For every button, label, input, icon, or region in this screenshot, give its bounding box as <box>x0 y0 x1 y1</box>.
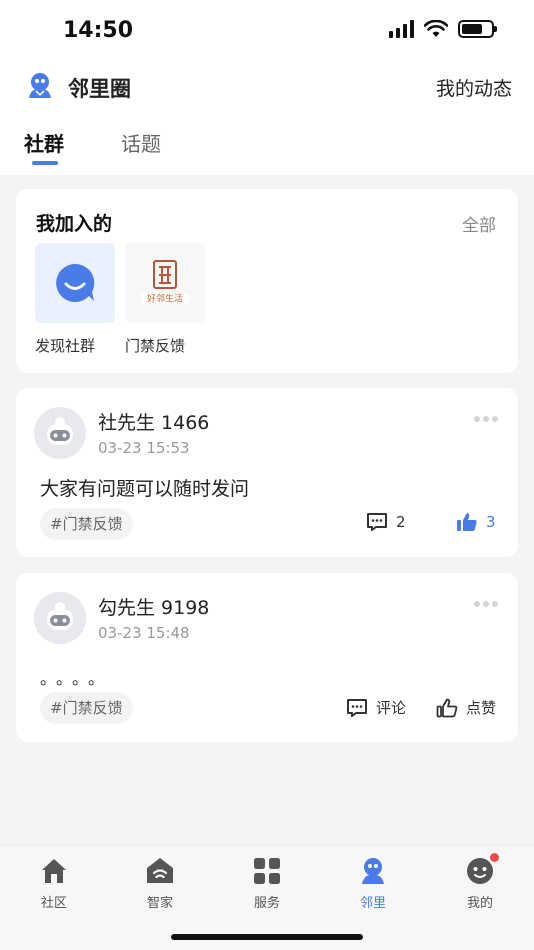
notification-badge <box>490 853 499 862</box>
nav-label: 服务 <box>253 896 280 911</box>
avatar[interactable] <box>34 592 86 644</box>
post-tag[interactable]: #门禁反馈 <box>40 692 133 724</box>
smart-home-icon <box>145 856 175 886</box>
grid-icon <box>252 856 282 886</box>
comment-icon <box>347 698 367 717</box>
comment-label: 评论 <box>376 699 407 717</box>
page-title: 邻里圈 <box>68 77 131 101</box>
tab-groups[interactable]: 社群 <box>24 128 64 157</box>
status-bar: 14:50 <box>0 0 534 60</box>
app-header: 邻里圈 我的动态 <box>0 65 534 109</box>
post-tag[interactable]: #门禁反馈 <box>40 508 133 540</box>
avatar[interactable] <box>34 407 86 459</box>
tab-topics[interactable]: 话题 <box>121 128 161 157</box>
comment-count: 2 <box>396 513 406 531</box>
thumbs-up-icon <box>436 698 458 717</box>
home-icon <box>39 856 69 886</box>
like-button[interactable]: 点赞 <box>436 697 496 718</box>
post-time: 03-23 15:53 <box>98 439 190 457</box>
status-icons <box>389 20 497 38</box>
neighbor-icon <box>358 856 388 886</box>
nav-services[interactable]: 服务 <box>227 856 307 911</box>
nav-label: 智家 <box>146 896 173 911</box>
like-label: 点赞 <box>466 699 497 717</box>
like-count: 3 <box>486 513 496 531</box>
neighbor-logo-icon <box>29 73 51 98</box>
svg-text:好邻生活: 好邻生活 <box>147 293 183 305</box>
post-card[interactable]: 勾先生 9198 03-23 15:48 。。。。 #门禁反馈 评论 点赞 <box>16 573 518 742</box>
post-username[interactable]: 勾先生 9198 <box>98 593 209 620</box>
top-area: 14:50 邻里圈 我的动态 社群 话题 <box>0 0 534 175</box>
robot-avatar-icon <box>47 417 73 445</box>
post-time: 03-23 15:48 <box>98 624 190 642</box>
home-indicator <box>171 934 363 940</box>
nav-neighbors[interactable]: 邻里 <box>333 856 413 911</box>
post-content: 。。。。 <box>40 669 113 688</box>
post-username[interactable]: 社先生 1466 <box>98 408 209 435</box>
robot-avatar-icon <box>47 602 73 630</box>
group-door-thumb: 好邻生活 <box>125 243 205 323</box>
profile-icon <box>465 853 499 886</box>
like-button[interactable]: 3 <box>456 512 496 532</box>
thumbs-up-icon <box>457 513 477 531</box>
my-feed-link[interactable]: 我的动态 <box>436 74 512 101</box>
group-discover-thumb <box>35 243 115 323</box>
group-door-feedback[interactable]: 好邻生活 门禁反馈 <box>125 243 205 356</box>
group-discover[interactable]: 发现社群 <box>35 243 115 356</box>
more-options-icon[interactable] <box>474 416 498 422</box>
haolin-life-logo: 好邻生活 <box>141 260 189 305</box>
post-content: 大家有问题可以随时发问 <box>40 478 250 500</box>
joined-groups-card: 我加入的 全部 发现社群 好邻生活 门禁反馈 <box>16 189 518 373</box>
status-time: 14:50 <box>63 18 134 43</box>
nav-mine[interactable]: 我的 <box>440 853 520 911</box>
signal-icon <box>389 20 414 38</box>
joined-groups-title: 我加入的 <box>36 213 113 235</box>
wifi-icon <box>424 20 448 37</box>
active-tab-indicator <box>32 161 58 165</box>
tab-bar: 社群 话题 <box>0 128 534 172</box>
view-all-link[interactable]: 全部 <box>462 211 496 236</box>
chat-bubble-icon <box>56 263 95 302</box>
nav-label: 社区 <box>40 896 67 911</box>
post-card[interactable]: 社先生 1466 03-23 15:53 大家有问题可以随时发问 #门禁反馈 2… <box>16 388 518 557</box>
comment-button[interactable]: 评论 <box>346 697 406 718</box>
more-options-icon[interactable] <box>474 601 498 607</box>
comment-button[interactable]: 2 <box>366 512 406 532</box>
group-name: 门禁反馈 <box>125 337 186 355</box>
battery-icon <box>458 20 497 38</box>
nav-label: 我的 <box>466 896 493 911</box>
group-name: 发现社群 <box>35 337 96 355</box>
comment-icon <box>367 513 387 531</box>
nav-smart-home[interactable]: 智家 <box>120 856 200 911</box>
nav-label: 邻里 <box>359 896 386 911</box>
nav-community[interactable]: 社区 <box>14 856 94 911</box>
